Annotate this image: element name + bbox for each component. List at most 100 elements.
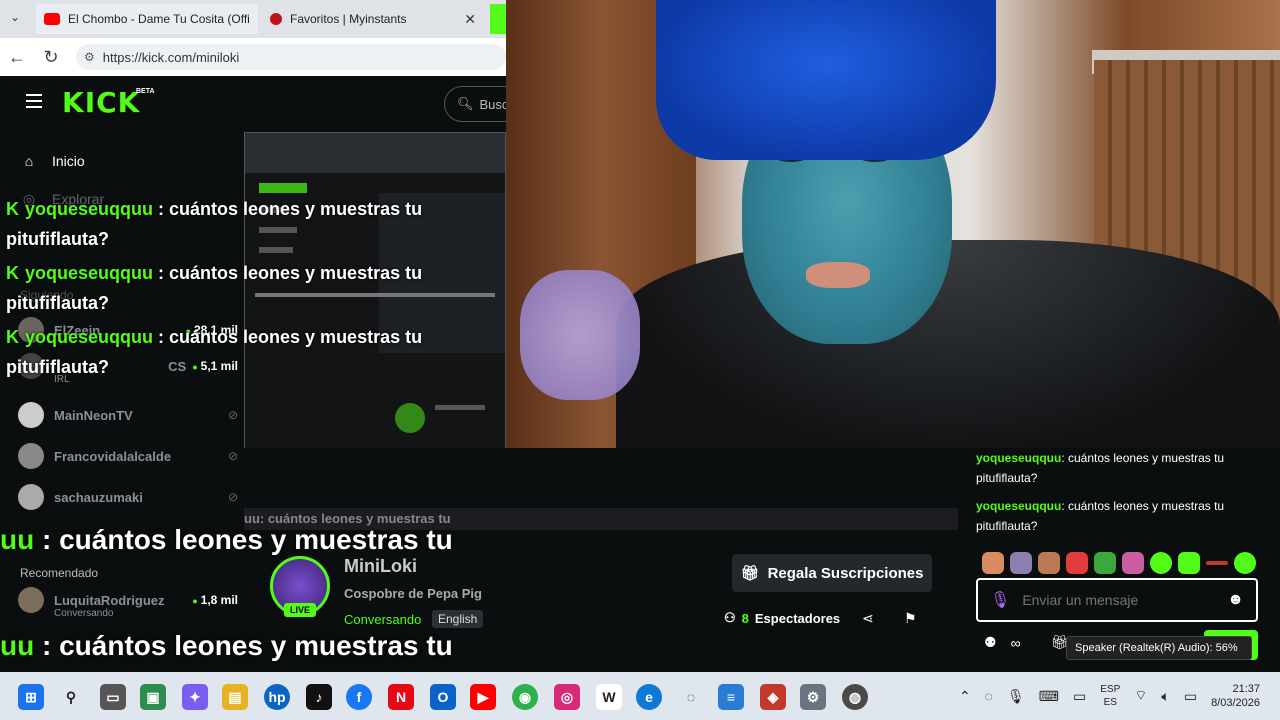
streamer-name[interactable]: MiniLoki — [344, 556, 417, 577]
viewer-number: 8 — [741, 610, 749, 626]
avatar — [18, 443, 44, 469]
file-explorer-icon[interactable]: ▤ — [222, 684, 248, 710]
url-field[interactable]: ⚙ https://kick.com/miniloki — [76, 44, 506, 70]
emote-icon[interactable] — [1038, 552, 1060, 574]
windows-taskbar: ⊞ ⚲ ▭ ▣ ✦ ▤ hp ♪ f N O ▶ ◉ ◎ W e ◌ ≡ ◈ ⚙… — [0, 672, 1280, 720]
wikipedia-icon[interactable]: W — [596, 684, 622, 710]
youtube-favicon-icon — [44, 13, 60, 25]
stream-title: Cospobre de Pepa Pig — [344, 586, 482, 601]
keyboard-icon[interactable]: ⌨ — [1039, 688, 1059, 705]
video-blue-hat — [656, 0, 996, 160]
close-tab-icon[interactable]: ✕ — [458, 11, 476, 28]
instagram-icon[interactable]: ◎ — [554, 684, 580, 710]
chat-username[interactable]: yoqueseuqquu — [976, 451, 1061, 465]
microphone-icon[interactable]: 🎙︎ — [990, 590, 1010, 610]
obs-tray-icon[interactable]: ◌ — [985, 688, 993, 704]
netflix-icon[interactable]: N — [388, 684, 414, 710]
chat-username[interactable]: yoqueseuqquu — [976, 499, 1061, 513]
overlay-message: : cuántos leones y muestras tu — [34, 524, 453, 555]
search-icon[interactable]: ⚲ — [58, 684, 84, 710]
task-view-icon[interactable]: ▭ — [100, 684, 126, 710]
hp-icon[interactable]: hp — [264, 684, 290, 710]
outlook-icon[interactable]: O — [430, 684, 456, 710]
emote-icon[interactable] — [1094, 552, 1116, 574]
youtube-icon[interactable]: ▶ — [470, 684, 496, 710]
offline-icon: ⊘ — [227, 408, 238, 422]
emote-icon[interactable] — [1150, 552, 1172, 574]
kick-logo[interactable]: KICK — [62, 86, 140, 119]
notepad-icon[interactable]: ≡ — [718, 684, 744, 710]
display-icon[interactable]: ▭ — [1073, 688, 1086, 705]
emote-icon[interactable] — [982, 552, 1004, 574]
chat-input-box[interactable]: 🎙︎ ☻ — [976, 578, 1258, 622]
infinity-icon[interactable]: ∞ — [1011, 635, 1021, 651]
channel-name: MainNeonTV — [54, 407, 133, 423]
tab-el-chombo[interactable]: El Chombo - Dame Tu Cosita (Offi ✕ — [36, 4, 258, 34]
search-bar[interactable]: 🔍︎ Busc — [444, 86, 506, 122]
overlay-message: : cuántos leones y muestras tu — [34, 630, 453, 661]
emote-icon[interactable] — [1066, 552, 1088, 574]
obs-icon[interactable]: ◌ — [678, 684, 704, 710]
tab-myinstants[interactable]: Favoritos | Myinstants ✕ — [262, 4, 484, 34]
emote-icon[interactable] — [1178, 552, 1200, 574]
video-purple-bag — [520, 270, 640, 400]
site-info-icon[interactable]: ⚙ — [84, 50, 95, 64]
language-indicator[interactable]: ESP ES — [1100, 683, 1120, 709]
speaker-icon[interactable]: 🔈︎ — [1161, 688, 1169, 705]
share-icon[interactable]: ⋖ — [862, 610, 874, 627]
stream-category[interactable]: Conversando — [344, 612, 421, 627]
channel-item-mainneontv[interactable]: MainNeonTV ⊘ — [18, 401, 238, 429]
chat-message-input[interactable] — [1022, 592, 1228, 608]
chat-message: yoqueseuqquu: cuántos leones y muestras … — [976, 496, 1266, 536]
store-icon[interactable]: ▣ — [140, 684, 166, 710]
follow-user-icon[interactable]: ⚑ — [904, 610, 917, 627]
clock[interactable]: 21:37 8/03/2026 — [1211, 682, 1260, 710]
close-tab-icon[interactable]: ✕ — [250, 11, 258, 28]
app-icon[interactable]: ◈ — [760, 684, 786, 710]
chrome-icon[interactable]: ◍ — [842, 684, 868, 710]
gift-button-label: Regala Suscripciones — [767, 564, 924, 582]
channel-item-sachauzumaki[interactable]: sachauzumaki ⊘ — [18, 483, 238, 511]
settings-gear-icon[interactable]: ⚙ — [800, 684, 826, 710]
language-code: ESP — [1100, 684, 1121, 695]
channel-item-luquitarodriguez[interactable]: LuquitaRodriguez 1,8 mil Conversando — [18, 586, 238, 619]
reload-icon[interactable]: ↻ — [34, 47, 68, 68]
stream-language-tag[interactable]: English — [432, 610, 484, 628]
edge-icon[interactable]: e — [636, 684, 662, 710]
overlay-username: yoqueseuqquu — [25, 327, 154, 347]
tab-kick[interactable] — [490, 4, 506, 34]
overlay-big-chat-line: uu : cuántos leones y muestras tu — [0, 630, 453, 662]
channel-item-francovidalalcalde[interactable]: Francovidalalcalde ⊘ — [18, 442, 238, 470]
stream-video[interactable] — [506, 0, 1280, 448]
back-arrow-icon[interactable]: ← — [0, 47, 34, 68]
tiktok-icon[interactable]: ♪ — [306, 684, 332, 710]
emote-icon[interactable] — [1122, 552, 1144, 574]
emote-icon[interactable] — [1206, 561, 1228, 565]
browser-icon[interactable]: ◉ — [512, 684, 538, 710]
users-icon[interactable]: ⚉ — [984, 634, 997, 651]
home-icon: ⌂ — [24, 153, 34, 169]
emote-icon[interactable] — [1010, 552, 1032, 574]
viewer-count: 1,8 mil — [192, 593, 238, 607]
search-placeholder: Busc — [479, 96, 506, 112]
emoji-picker-icon[interactable]: ☻ — [1227, 591, 1244, 609]
viewer-label: Espectadores — [754, 610, 841, 626]
offline-icon: ⊘ — [227, 449, 238, 463]
url-text: https://kick.com/miniloki — [102, 49, 240, 65]
sidebar-item-inicio[interactable]: ⌂ Inicio — [20, 150, 85, 172]
copilot-icon[interactable]: ✦ — [182, 684, 208, 710]
channel-category: Conversando — [54, 608, 114, 619]
gift-subscriptions-button[interactable]: 🎁︎ Regala Suscripciones — [732, 554, 932, 592]
emote-row — [982, 550, 1272, 576]
start-windows-icon[interactable]: ⊞ — [18, 684, 44, 710]
chevron-up-icon[interactable]: ⌃ — [959, 688, 971, 705]
browser-tab-bar: ⌄ El Chombo - Dame Tu Cosita (Offi ✕ Fav… — [0, 0, 506, 38]
battery-icon[interactable]: ▭ — [1184, 688, 1197, 705]
overlay-chat-line: Kyoqueseuqquu : cuántos leones y muestra… — [6, 194, 446, 254]
facebook-icon[interactable]: f — [346, 684, 372, 710]
emote-icon[interactable] — [1234, 552, 1256, 574]
tab-list-chevron-icon[interactable]: ⌄ — [10, 10, 20, 24]
wifi-icon[interactable]: ⌔ — [1134, 687, 1147, 705]
hamburger-menu-icon[interactable] — [26, 94, 42, 108]
microphone-icon[interactable]: 🎙︎ — [1007, 688, 1025, 705]
